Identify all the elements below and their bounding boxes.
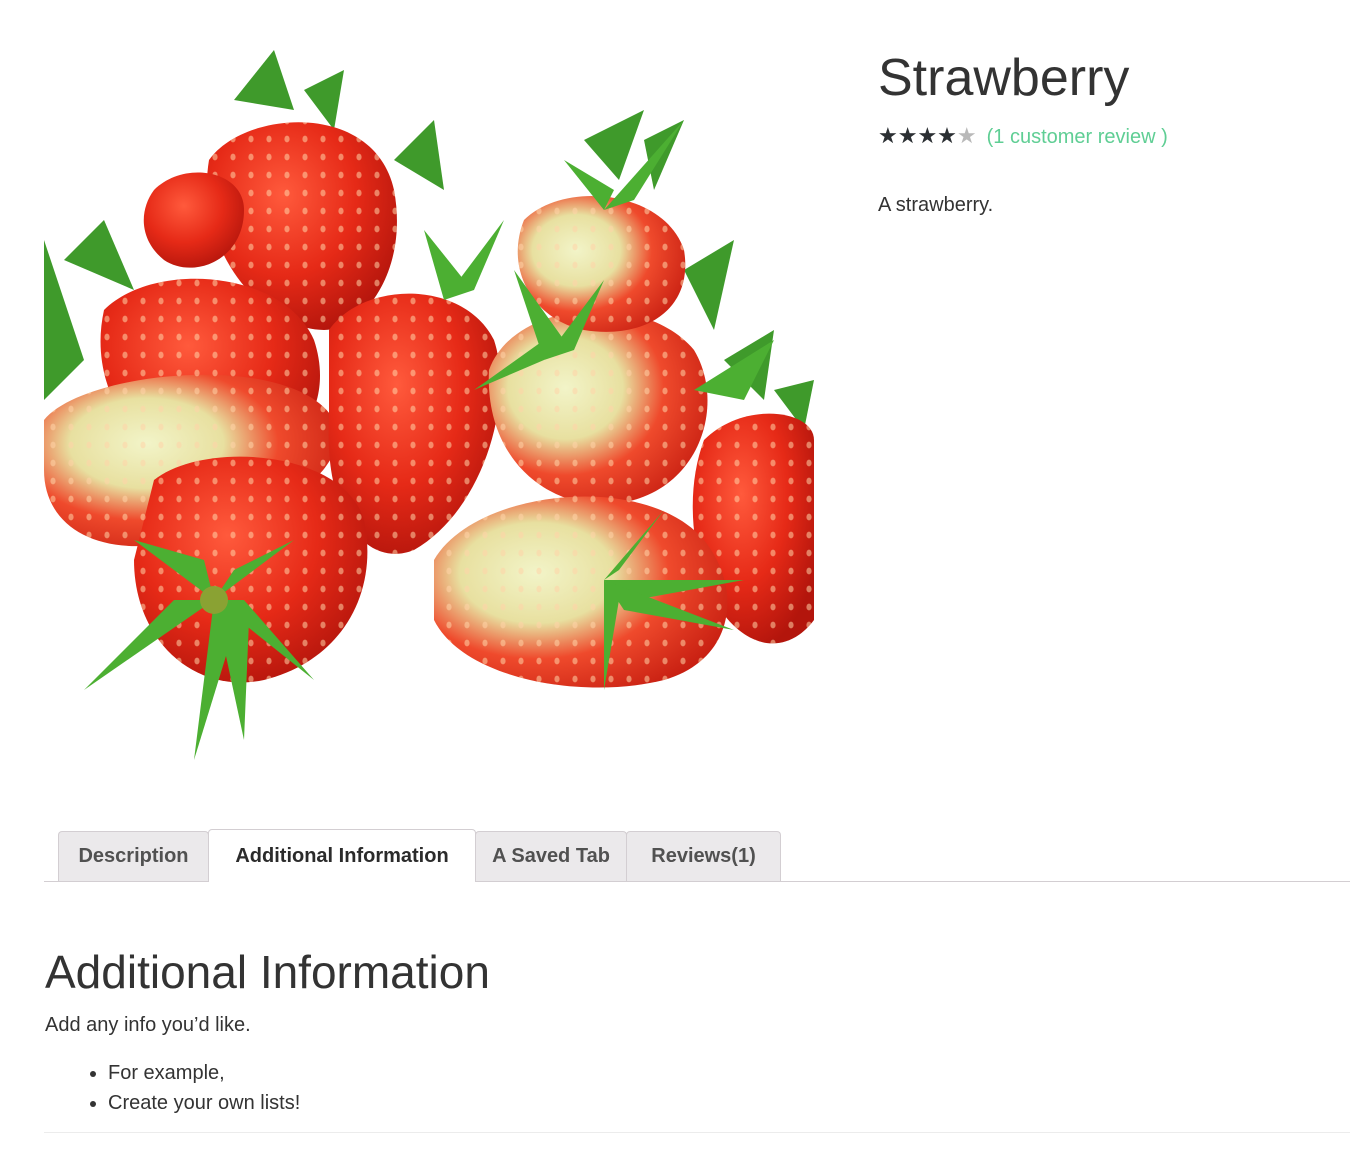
- product-rating: ★★★★★ ★★★★★ (1 customer review ): [878, 124, 1338, 150]
- strawberries-image: [44, 50, 814, 760]
- product-image[interactable]: [44, 40, 814, 780]
- star-rating-icon: ★★★★★ ★★★★★: [878, 124, 977, 149]
- tab-a-saved-tab[interactable]: A Saved Tab: [475, 831, 627, 881]
- list-item: Create your own lists!: [108, 1088, 300, 1118]
- tab-panel-additional-information: Additional Information Add any info you’…: [44, 882, 1350, 1133]
- panel-heading: Additional Information: [45, 946, 490, 998]
- product-summary: Strawberry ★★★★★ ★★★★★ (1 customer revie…: [878, 46, 1338, 217]
- product-short-description: A strawberry.: [878, 194, 994, 216]
- product-title: Strawberry: [878, 49, 1130, 107]
- panel-list: For example, Create your own lists!: [88, 1058, 300, 1118]
- panel-text: Add any info you’d like.: [45, 1014, 251, 1036]
- tab-additional-information[interactable]: Additional Information: [208, 829, 476, 882]
- customer-review-link[interactable]: (1 customer review ): [987, 126, 1168, 149]
- tab-reviews[interactable]: Reviews(1): [626, 831, 781, 881]
- product-tabs: Description Additional Information A Sav…: [44, 829, 1350, 882]
- list-item: For example,: [108, 1058, 300, 1088]
- tab-description[interactable]: Description: [58, 831, 209, 881]
